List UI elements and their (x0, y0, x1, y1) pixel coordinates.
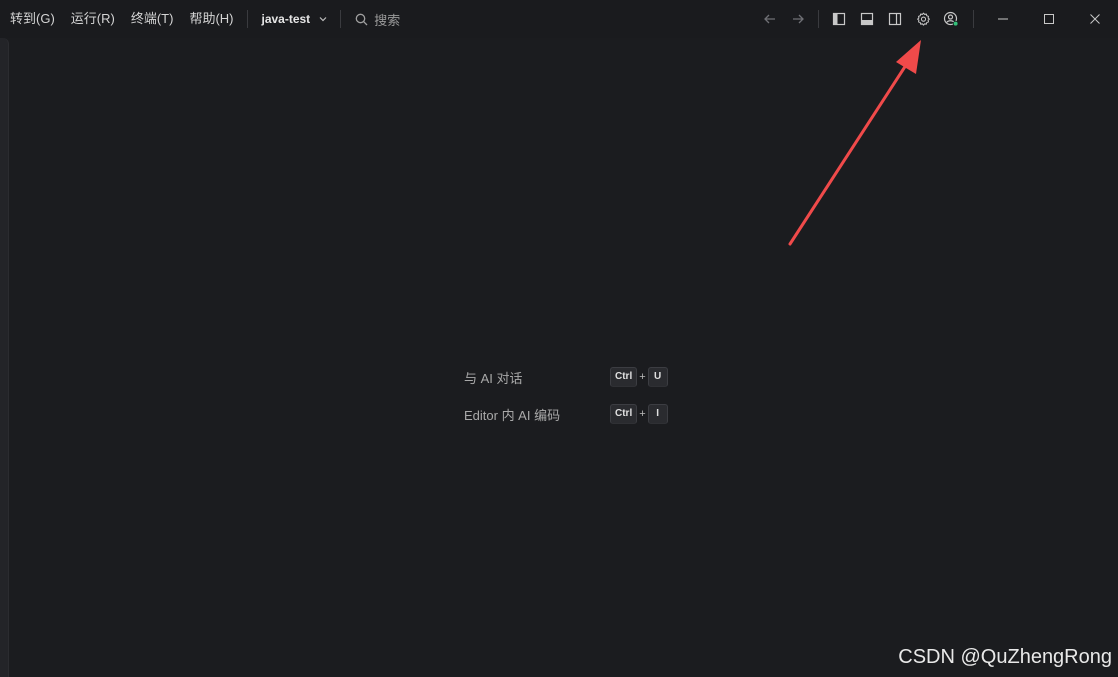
divider (973, 10, 974, 28)
title-bar: 转到(G) 运行(R) 终端(T) 帮助(H) java-test 搜索 (0, 0, 1118, 38)
gear-icon (916, 12, 930, 26)
chevron-down-icon (319, 17, 327, 22)
minimize-icon (998, 18, 1008, 20)
maximize-icon (1044, 14, 1054, 24)
toggle-secondary-sidebar-button[interactable] (881, 0, 909, 38)
toggle-panel-button[interactable] (853, 0, 881, 38)
menu-bar: 转到(G) 运行(R) 终端(T) 帮助(H) (0, 0, 247, 38)
key-plus: + (639, 408, 646, 420)
close-button[interactable] (1072, 0, 1118, 38)
project-switcher[interactable]: java-test (248, 0, 340, 38)
toggle-primary-sidebar-button[interactable] (825, 0, 853, 38)
key-cap: Ctrl (610, 367, 638, 387)
menu-help[interactable]: 帮助(H) (189, 0, 233, 38)
arrow-right-icon (793, 14, 804, 24)
close-icon (1090, 14, 1100, 24)
shortcut-row-ai-chat: 与 AI 对话 Ctrl + U (464, 366, 668, 388)
shortcut-hints: 与 AI 对话 Ctrl + U Editor 内 AI 编码 Ctrl + I (464, 366, 668, 440)
shortcut-label: Editor 内 AI 编码 (464, 407, 561, 423)
key-plus: + (639, 371, 646, 383)
title-bar-controls (756, 0, 1118, 38)
menu-terminal[interactable]: 终端(T) (131, 0, 174, 38)
editor-area (10, 38, 1118, 677)
search-box[interactable]: 搜索 (341, 0, 400, 38)
shortcut-label: 与 AI 对话 (464, 370, 523, 386)
layout-sidebar-left-icon (832, 12, 846, 26)
key-cap: U (647, 367, 668, 387)
account-button[interactable] (937, 0, 965, 38)
search-icon (355, 13, 368, 25)
maximize-button[interactable] (1026, 0, 1072, 38)
menu-run[interactable]: 运行(R) (71, 0, 115, 38)
layout-panel-icon (860, 12, 874, 26)
account-icon (943, 11, 959, 27)
settings-button[interactable] (909, 0, 937, 38)
project-name: java-test (261, 12, 311, 26)
back-button[interactable] (756, 0, 784, 38)
forward-button[interactable] (784, 0, 812, 38)
key-cap: Ctrl (610, 404, 638, 424)
watermark: CSDN @QuZhengRong (898, 646, 1112, 668)
menu-goto[interactable]: 转到(G) (10, 0, 55, 38)
search-label: 搜索 (374, 12, 401, 28)
layout-sidebar-right-icon (888, 12, 902, 26)
minimize-button[interactable] (980, 0, 1026, 38)
shortcut-row-inline-ai: Editor 内 AI 编码 Ctrl + I (464, 403, 668, 425)
activity-bar-edge (0, 38, 9, 677)
arrow-left-icon (764, 14, 775, 24)
divider (818, 10, 819, 28)
key-cap: I (647, 404, 668, 424)
